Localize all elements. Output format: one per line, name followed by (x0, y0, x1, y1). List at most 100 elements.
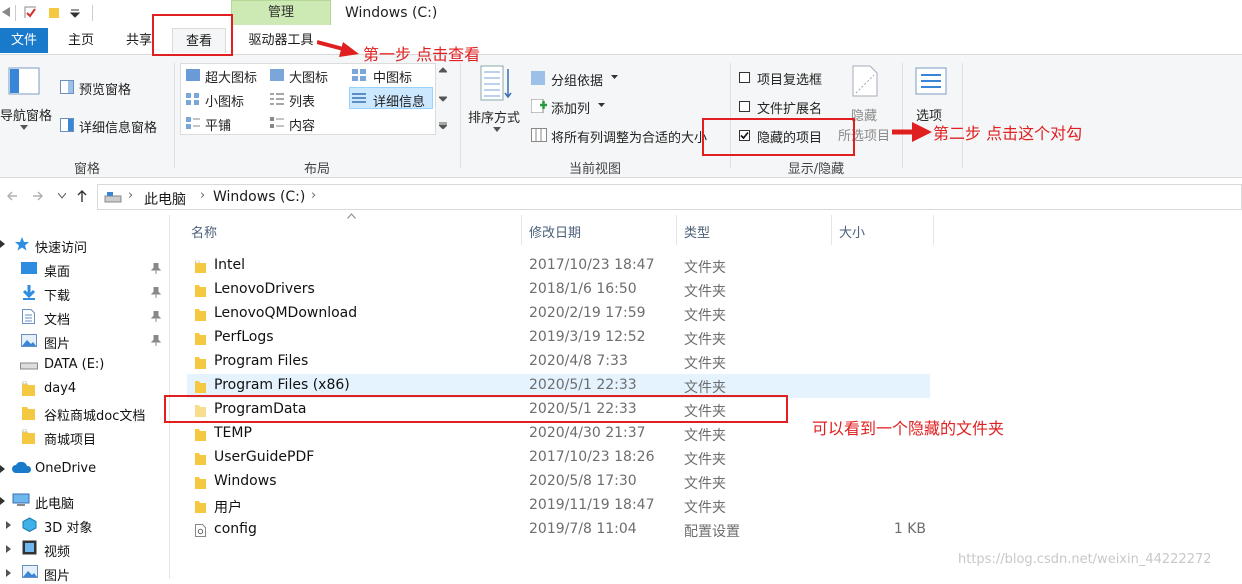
nav-pictures[interactable]: 图片 (44, 333, 70, 352)
table-row[interactable]: LenovoDrivers 2018/1/6 16:50 文件夹 (187, 278, 930, 302)
tab-home[interactable]: 主页 (58, 28, 104, 53)
new-folder-icon[interactable] (48, 6, 60, 18)
chevron-down-icon[interactable] (70, 9, 80, 19)
table-row[interactable]: config 2019/7/8 11:04 配置设置 1 KB (187, 518, 930, 542)
column-header-modified[interactable]: 修改日期 (529, 222, 581, 241)
file-extensions-checkbox[interactable] (739, 101, 750, 112)
fit-columns-button[interactable]: 将所有列调整为合适的大小 (551, 127, 707, 146)
breadcrumb-separator: › (311, 188, 317, 203)
address-bar[interactable]: › 此电脑 › Windows (C:) › (97, 184, 1242, 210)
column-divider[interactable] (676, 215, 677, 245)
nav-downloads[interactable]: 下载 (44, 285, 70, 304)
table-row[interactable]: UserGuidePDF 2017/10/23 18:26 文件夹 (187, 446, 930, 470)
table-row[interactable]: 用户 2019/11/19 18:47 文件夹 (187, 494, 930, 518)
nav-pane-button[interactable]: 导航窗格 (0, 105, 52, 124)
folder-icon (195, 333, 206, 345)
expand-chevron-icon[interactable] (6, 545, 12, 553)
back-arrow-icon[interactable] (6, 190, 18, 202)
file-type: 文件夹 (684, 284, 726, 300)
sort-by-button[interactable]: 排序方式 (468, 107, 520, 126)
table-row[interactable]: Program Files 2020/4/8 7:33 文件夹 (187, 350, 930, 374)
column-header-name[interactable]: 名称 (191, 222, 217, 241)
table-row[interactable]: LenovoQMDownload 2020/2/19 17:59 文件夹 (187, 302, 930, 326)
nav-3d-objects[interactable]: 3D 对象 (44, 517, 92, 536)
breadcrumb-this-pc[interactable]: 此电脑 (144, 189, 186, 209)
item-checkboxes-checkbox[interactable] (739, 72, 750, 83)
pin-icon[interactable] (151, 311, 161, 322)
divider (962, 63, 963, 168)
column-header-type[interactable]: 类型 (684, 222, 710, 241)
breadcrumb-windows-c[interactable]: Windows (C:) (213, 189, 305, 205)
gallery-scroll[interactable] (439, 67, 447, 129)
nav-documents[interactable]: 文档 (44, 309, 70, 328)
nav-day4[interactable]: day4 (44, 381, 76, 396)
divider (174, 63, 175, 168)
add-column-icon (531, 99, 547, 113)
layout-extra-large[interactable]: 超大图标 (205, 67, 257, 86)
layout-list[interactable]: 列表 (289, 91, 315, 110)
expand-chevron-icon[interactable] (0, 465, 6, 473)
column-divider[interactable] (521, 215, 522, 245)
fit-columns-icon (531, 128, 547, 142)
expand-chevron-icon[interactable] (6, 569, 12, 577)
table-row[interactable]: Windows 2020/5/8 17:30 文件夹 (187, 470, 930, 494)
chevron-down-icon[interactable] (20, 125, 28, 131)
forward-arrow-icon[interactable] (32, 190, 44, 202)
nav-guli-doc[interactable]: 谷粒商城doc文档 (44, 405, 145, 424)
nav-data-e[interactable]: DATA (E:) (44, 357, 104, 372)
tab-file[interactable]: 文件 (0, 28, 48, 53)
sort-ascending-icon (347, 213, 356, 219)
annotation-arrow-icon (317, 40, 359, 57)
nav-this-pc[interactable]: 此电脑 (35, 493, 74, 512)
table-row[interactable]: PerfLogs 2019/3/19 12:52 文件夹 (187, 326, 930, 350)
nav-pc-pictures[interactable]: 图片 (44, 565, 70, 584)
group-by-button[interactable]: 分组依据 (551, 70, 603, 89)
folder-icon (22, 381, 35, 396)
file-type: 文件夹 (684, 380, 726, 396)
divider (460, 63, 461, 168)
add-column-button[interactable]: 添加列 (551, 98, 590, 117)
nav-videos[interactable]: 视频 (44, 541, 70, 560)
chevron-down-icon[interactable] (611, 75, 618, 80)
file-type: 配置设置 (684, 524, 740, 540)
pin-icon[interactable] (151, 335, 161, 346)
layout-large[interactable]: 大图标 (289, 67, 328, 86)
properties-icon[interactable] (24, 6, 36, 18)
file-name: 用户 (214, 500, 242, 516)
layout-content[interactable]: 内容 (289, 115, 315, 134)
annotation-box-programdata (164, 395, 788, 423)
file-type: 文件夹 (684, 332, 726, 348)
expand-chevron-icon[interactable] (6, 521, 12, 529)
nav-quick-access[interactable]: 快速访问 (35, 237, 87, 256)
column-divider[interactable] (831, 215, 832, 245)
drive-icon (104, 192, 122, 203)
column-divider[interactable] (933, 215, 934, 245)
layout-small[interactable]: 小图标 (205, 91, 244, 110)
layout-details[interactable]: 详细信息 (373, 91, 425, 110)
up-arrow-icon[interactable] (76, 189, 88, 203)
tab-drive-tools[interactable]: 驱动器工具 (236, 28, 326, 53)
preview-pane-button[interactable]: 预览窗格 (79, 79, 131, 98)
layout-tiles[interactable]: 平铺 (205, 115, 231, 134)
table-row[interactable]: Intel 2017/10/23 18:47 文件夹 (187, 254, 930, 278)
pin-icon[interactable] (151, 287, 161, 298)
expand-chevron-icon[interactable] (0, 240, 6, 248)
pin-icon[interactable] (151, 263, 161, 274)
nav-desktop[interactable]: 桌面 (44, 261, 70, 280)
layout-medium[interactable]: 中图标 (373, 67, 412, 86)
chevron-down-icon[interactable] (598, 103, 605, 108)
file-type: 文件夹 (684, 452, 726, 468)
expand-chevron-icon[interactable] (0, 497, 6, 505)
nav-mall-project[interactable]: 商城项目 (44, 429, 96, 448)
file-date: 2020/4/30 21:37 (529, 425, 646, 441)
details-pane-button[interactable]: 详细信息窗格 (79, 117, 157, 136)
context-tab-manage[interactable]: 管理 (231, 0, 331, 25)
column-header-size[interactable]: 大小 (839, 222, 865, 241)
nav-onedrive[interactable]: OneDrive (35, 461, 96, 476)
3d-objects-icon (22, 517, 37, 532)
nav-pane-icon (8, 67, 40, 95)
chevron-down-icon[interactable] (493, 127, 501, 133)
file-name: Program Files (214, 353, 309, 369)
recent-locations-chevron-icon[interactable] (58, 193, 66, 199)
computer-icon (12, 493, 30, 506)
